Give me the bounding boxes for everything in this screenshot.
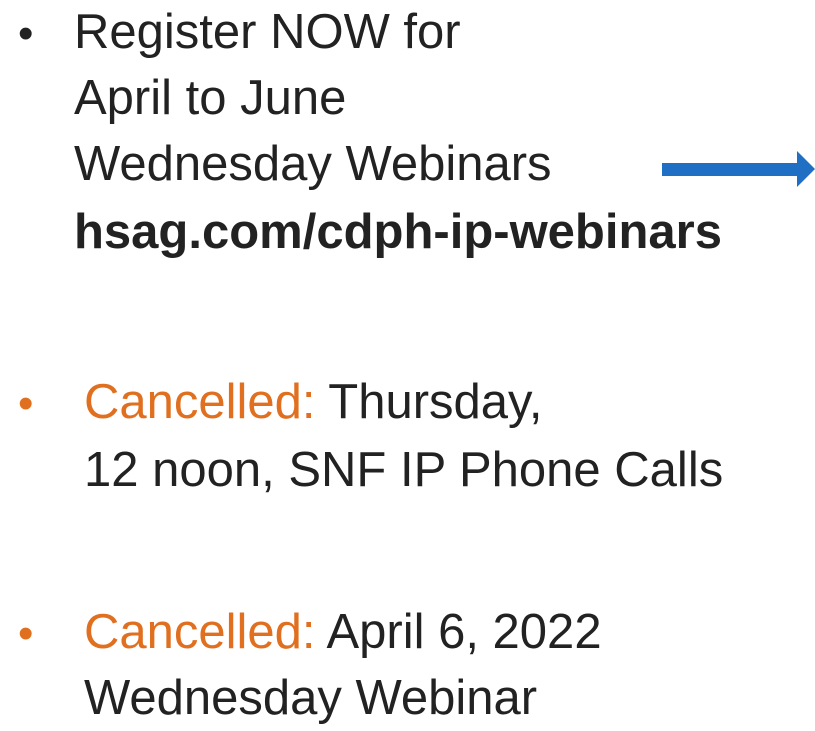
register-line-1: Register NOW for bbox=[74, 5, 461, 59]
cancelled-phone-calls-day: Thursday, bbox=[315, 375, 543, 429]
webinar-url-link[interactable]: hsag.com/cdph-ip-webinars bbox=[74, 208, 722, 257]
cancelled-phone-calls-line-2: 12 noon, SNF IP Phone Calls bbox=[84, 443, 724, 497]
cancelled-webinar-line-2: Wednesday Webinar bbox=[84, 671, 538, 725]
cancelled-webinar-line-1: Cancelled: April 6, 2022 bbox=[84, 608, 602, 657]
cancelled-webinar-date: April 6, 2022 bbox=[315, 605, 602, 659]
bullet-icon: • bbox=[18, 9, 34, 58]
register-line-3: Wednesday Webinars bbox=[74, 137, 552, 191]
cancelled-label: Cancelled: bbox=[84, 605, 316, 659]
cancelled-label: Cancelled: bbox=[84, 375, 316, 429]
bullet-icon: • bbox=[18, 609, 34, 658]
register-line-2: April to June bbox=[74, 71, 347, 125]
right-arrow-icon bbox=[662, 151, 815, 187]
slide: • Register NOW for April to June Wednesd… bbox=[0, 0, 815, 731]
bullet-icon: • bbox=[18, 379, 34, 428]
cancelled-phone-calls-line-1: Cancelled: Thursday, bbox=[84, 378, 543, 427]
